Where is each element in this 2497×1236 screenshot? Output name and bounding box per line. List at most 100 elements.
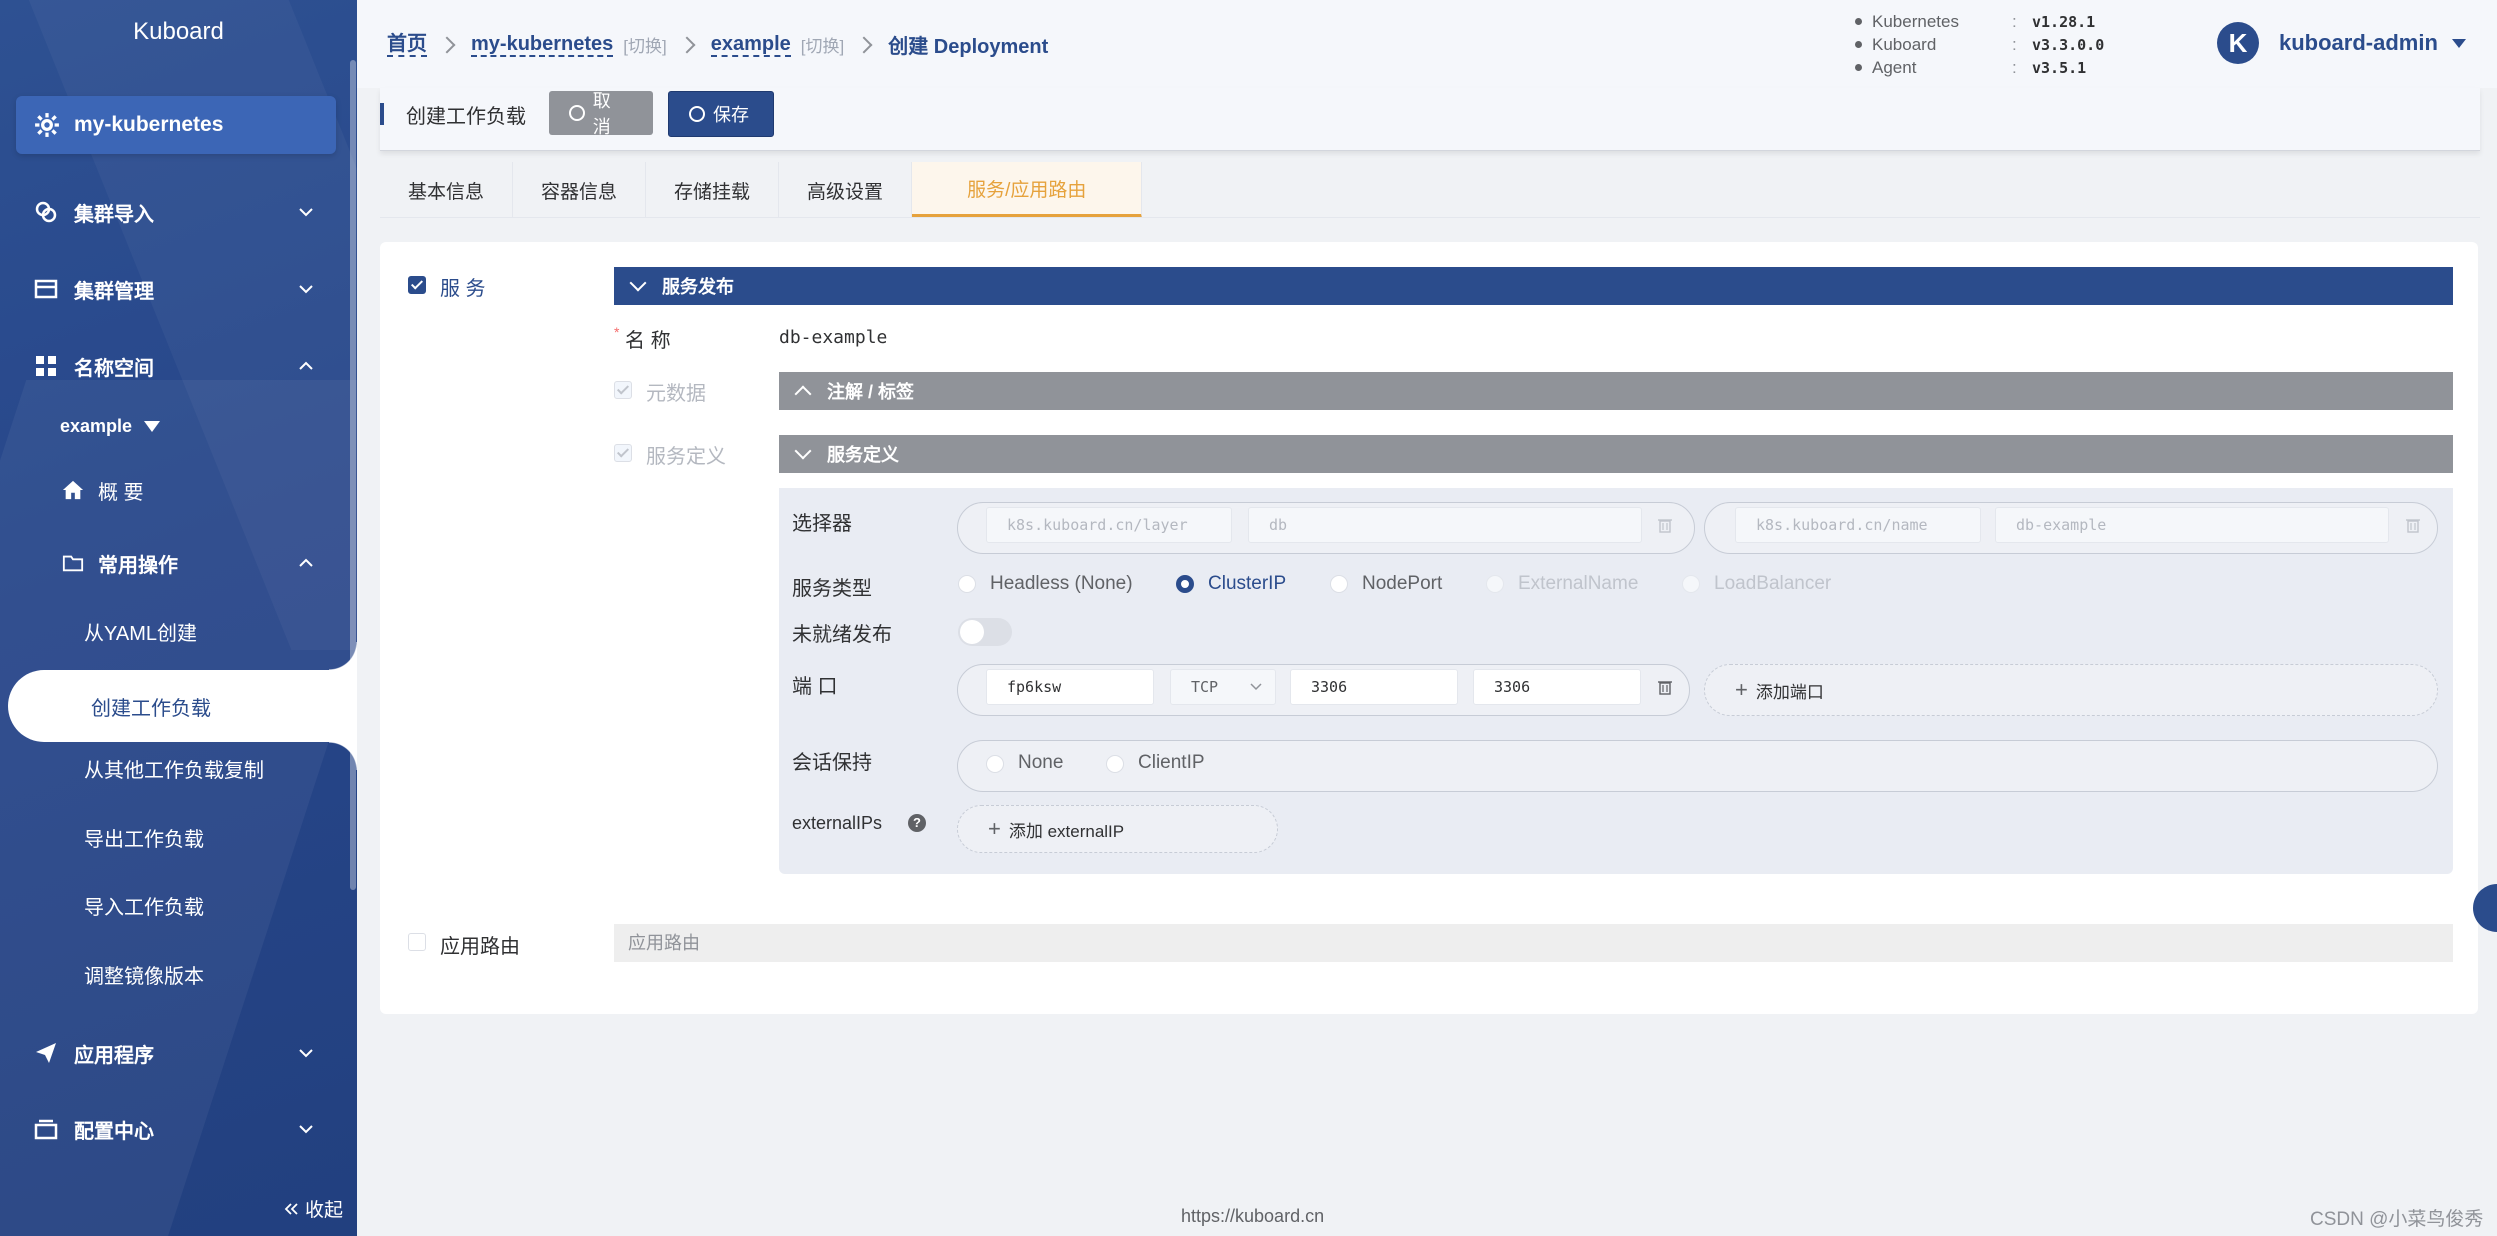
tab-container-info[interactable]: 容器信息 [513, 162, 647, 218]
sidebar-item-config-center[interactable]: 配置中心 [0, 1101, 340, 1157]
plus-icon: + [988, 816, 1001, 841]
trash-icon[interactable] [1658, 679, 1672, 695]
annotations-header[interactable]: 注解 / 标签 [779, 372, 2453, 410]
trash-icon[interactable] [2406, 517, 2420, 533]
breadcrumb-namespace[interactable]: example [710, 33, 791, 57]
save-button[interactable]: 保存 [668, 91, 774, 137]
sidebar-item-common-ops[interactable]: 常用操作 [0, 535, 340, 591]
sidebar-item-adjust-image[interactable]: 调整镜像版本 [84, 957, 204, 997]
radio-session-none[interactable] [986, 755, 1004, 773]
radio-externalname-label: ExternalName [1518, 573, 1639, 594]
help-icon[interactable]: ? [908, 814, 926, 832]
radio-session-clientip-label: ClientIP [1138, 752, 1205, 773]
sidebar-item-create-workload[interactable]: 创建工作负载 [8, 642, 357, 770]
footer-link[interactable]: https://kuboard.cn [1181, 1206, 1324, 1227]
breadcrumb-cluster-switch[interactable]: [切换] [623, 32, 666, 57]
service-def-checkbox[interactable] [614, 444, 632, 462]
selector-key-input[interactable]: k8s.kuboard.cn/layer [986, 507, 1232, 543]
radio-clusterip[interactable] [1176, 575, 1194, 593]
radio-session-clientip[interactable] [1106, 755, 1124, 773]
namespace-selector[interactable]: example [60, 416, 161, 437]
tab-storage[interactable]: 存储挂载 [646, 162, 780, 218]
sidebar-scrollbar[interactable] [350, 60, 356, 890]
metadata-checkbox[interactable] [614, 381, 632, 399]
user-name: kuboard-admin [2279, 30, 2438, 55]
chevron-down-icon [1250, 683, 1262, 691]
ingress-bar[interactable]: 应用路由 [614, 924, 2453, 962]
sidebar-item-overview[interactable]: 概 要 [0, 462, 340, 518]
service-checkbox[interactable] [408, 276, 426, 294]
watermark: CSDN @小菜鸟俊秀 [2310, 1209, 2484, 1230]
version-name: Kubernetes [1872, 11, 1959, 31]
add-external-ip-label: 添加 externalIP [1008, 821, 1125, 841]
service-publish-header[interactable]: 服务发布 [614, 267, 2453, 305]
chevron-right-icon [678, 36, 696, 53]
port-name-input[interactable]: fp6ksw [986, 669, 1154, 705]
sidebar-item-label: 创建工作负载 [91, 697, 211, 720]
trash-icon[interactable] [1658, 517, 1672, 533]
sidebar-item-export-workload[interactable]: 导出工作负载 [84, 820, 204, 860]
version-row: Kuboard: v3.3.0.0 [1855, 33, 2104, 56]
port-protocol-select[interactable]: TCP [1170, 669, 1276, 705]
app-logo: Kuboard [133, 18, 224, 45]
version-value: v1.28.1 [2032, 12, 2096, 31]
service-def-header[interactable]: 服务定义 [779, 435, 2453, 473]
sidebar-item-label: 概 要 [98, 481, 144, 504]
tab-service-route[interactable]: 服务/应用路由 [912, 162, 1143, 218]
gear-icon [35, 113, 59, 137]
user-menu[interactable]: K kuboard-admin [2217, 22, 2466, 64]
sidebar-item-label: 应用程序 [74, 1044, 154, 1067]
caret-down-icon [2451, 38, 2466, 48]
sidebar-item-namespace[interactable]: 名称空间 [0, 338, 340, 394]
unready-toggle[interactable] [958, 618, 1012, 646]
radio-nodeport[interactable] [1330, 575, 1348, 593]
tab-basic-info[interactable]: 基本信息 [380, 162, 514, 218]
breadcrumb-cluster[interactable]: my-kubernetes [471, 33, 614, 57]
link-icon [35, 201, 57, 223]
name-label: * 名 称 [614, 324, 671, 352]
version-value: v3.5.1 [2032, 58, 2087, 77]
version-name: Kuboard [1872, 34, 1937, 54]
port-input[interactable]: 3306 [1290, 669, 1458, 705]
chevron-down-icon [299, 1049, 313, 1058]
breadcrumb-home[interactable]: 首页 [387, 33, 427, 57]
port-protocol-value: TCP [1191, 678, 1219, 696]
chevron-down-icon [299, 208, 313, 217]
radio-clusterip-label: ClusterIP [1208, 573, 1287, 594]
bullet-icon [1855, 64, 1862, 71]
breadcrumb-namespace-switch[interactable]: [切换] [801, 32, 844, 57]
radio-loadbalancer-label: LoadBalancer [1714, 573, 1832, 594]
sidebar-item-applications[interactable]: 应用程序 [0, 1025, 340, 1081]
chevron-up-icon [794, 385, 812, 403]
selector-value-input[interactable]: db [1248, 507, 1642, 543]
breadcrumb-current: 创建 Deployment [888, 36, 1049, 58]
sidebar-item-cluster-manage[interactable]: 集群管理 [0, 261, 340, 317]
sidebar-item-from-yaml[interactable]: 从YAML创建 [84, 614, 197, 654]
radio-loadbalancer [1682, 575, 1700, 593]
add-port-button[interactable]: + 添加端口 [1704, 664, 2438, 716]
target-port-input[interactable]: 3306 [1473, 669, 1641, 705]
cluster-name: my-kubernetes [74, 113, 224, 136]
radio-headless[interactable] [958, 575, 976, 593]
sidebar-item-label: 名称空间 [74, 357, 154, 380]
port-label: 端 口 [792, 676, 838, 698]
sidebar-item-import-workload[interactable]: 导入工作负载 [84, 888, 204, 928]
tabs-divider [380, 217, 2480, 218]
selector-key-input[interactable]: k8s.kuboard.cn/name [1735, 507, 1981, 543]
selector-value-input[interactable]: db-example [1995, 507, 2389, 543]
version-row: Agent: v3.5.1 [1855, 56, 2104, 79]
chevron-up-icon [299, 361, 313, 370]
selector-label: 选择器 [792, 513, 852, 535]
sidebar-collapse-button[interactable]: 收起 [283, 1195, 343, 1222]
sidebar-cluster[interactable]: my-kubernetes [16, 96, 336, 154]
ingress-checkbox[interactable] [408, 933, 426, 951]
sidebar-item-label: 常用操作 [98, 554, 178, 577]
sidebar-item-copy-workload[interactable]: 从其他工作负载复制 [84, 751, 264, 791]
radio-session-none-label: None [1018, 752, 1064, 773]
cancel-button[interactable]: 取 消 [549, 91, 653, 137]
add-external-ip-button[interactable]: + 添加 externalIP [957, 805, 1278, 853]
name-label-text: 名 称 [625, 330, 671, 352]
tab-advanced[interactable]: 高级设置 [779, 162, 913, 218]
sidebar-item-cluster-import[interactable]: 集群导入 [0, 184, 340, 240]
chevron-down-icon [629, 274, 647, 292]
